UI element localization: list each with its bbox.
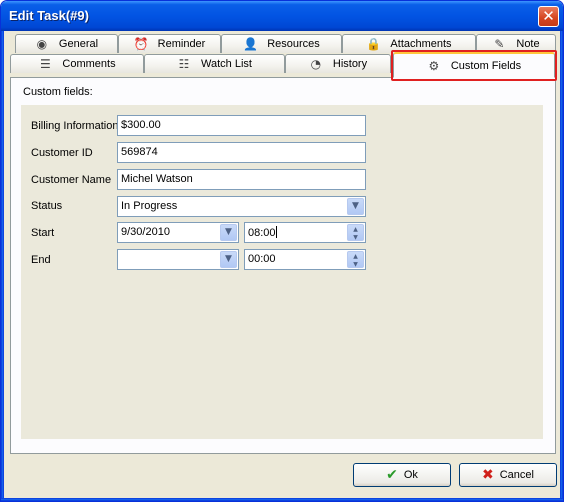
cancel-button[interactable]: ✖ Cancel: [459, 463, 557, 487]
status-label: Status: [31, 200, 63, 212]
start-time-spinner[interactable]: ▲ ▼: [347, 224, 364, 241]
title-bar[interactable]: Edit Task(#9) ✕: [1, 1, 563, 31]
tab-general[interactable]: ◉ General: [15, 34, 118, 53]
customer-name-label: Customer Name: [31, 174, 112, 186]
start-date-value: 9/30/2010: [121, 226, 170, 238]
window-frame-bottom: [1, 498, 563, 501]
window-title: Edit Task(#9): [9, 8, 89, 23]
custom-fields-heading: Custom fields:: [23, 86, 93, 98]
customer-id-field[interactable]: 569874: [117, 142, 366, 163]
spin-down-icon[interactable]: ▼: [348, 233, 363, 241]
checkmark-icon: ✔: [386, 467, 398, 483]
tab-comments[interactable]: ☰ Comments: [10, 54, 144, 73]
history-clock-icon: ◔: [310, 57, 322, 71]
lock-icon: 🔒: [366, 37, 382, 51]
status-dropdown-button[interactable]: ▼: [347, 198, 364, 215]
text-caret: [275, 226, 277, 238]
person-icon: 👤: [243, 37, 259, 51]
chevron-down-icon: ▼: [225, 254, 232, 264]
cancel-button-label: Cancel: [499, 469, 534, 481]
tab-label: Resources: [267, 38, 320, 50]
spin-down-icon[interactable]: ▼: [348, 260, 363, 268]
close-button[interactable]: ✕: [538, 6, 559, 27]
window-frame-left: [1, 31, 4, 501]
close-icon: ✕: [542, 7, 555, 25]
alarm-clock-icon: ⏰: [133, 37, 149, 51]
customer-name-field[interactable]: Michel Watson: [117, 169, 366, 190]
start-label: Start: [31, 227, 55, 239]
window-frame-right: [560, 31, 563, 501]
status-value: In Progress: [121, 200, 178, 212]
edit-task-dialog: Edit Task(#9) ✕ ◉ General ⏰ Reminder 👤 R…: [0, 0, 564, 502]
tab-reminder[interactable]: ⏰ Reminder: [118, 34, 221, 53]
watch-list-icon: ☷: [178, 57, 190, 71]
end-time-value: 00:00: [248, 253, 276, 265]
ok-button[interactable]: ✔ Ok: [353, 463, 451, 487]
globe-icon: ◉: [36, 37, 48, 51]
customer-id-label: Customer ID: [31, 147, 93, 159]
chevron-down-icon: ▼: [225, 227, 232, 237]
end-date-dropdown-button[interactable]: ▼: [220, 251, 237, 268]
cancel-x-icon: ✖: [482, 467, 494, 483]
end-time-spinner[interactable]: ▲ ▼: [347, 251, 364, 268]
tab-history[interactable]: ◔ History: [285, 54, 391, 73]
tab-attachments[interactable]: 🔒 Attachments: [342, 34, 476, 53]
tab-label: Watch List: [201, 58, 252, 70]
start-time-value: 08:00: [248, 227, 276, 239]
billing-information-label: Billing Information: [31, 120, 119, 132]
tab-resources[interactable]: 👤 Resources: [221, 34, 342, 53]
tab-label: General: [58, 38, 99, 50]
spin-up-icon[interactable]: ▲: [348, 225, 363, 233]
tab-note[interactable]: ✎ Note: [476, 34, 556, 53]
ok-button-label: Ok: [403, 469, 418, 481]
tab-label: Custom Fields: [450, 59, 522, 72]
tab-label: Note: [516, 38, 540, 50]
tab-label: History: [332, 58, 368, 70]
tab-label: Attachments: [390, 38, 452, 50]
spin-up-icon[interactable]: ▲: [348, 252, 363, 260]
gear-icon: ⚙: [428, 58, 440, 73]
comments-icon: ☰: [40, 57, 51, 71]
status-select[interactable]: In Progress: [117, 196, 366, 217]
note-pen-icon: ✎: [494, 37, 505, 51]
tab-label: Comments: [62, 58, 116, 70]
start-date-dropdown-button[interactable]: ▼: [220, 224, 237, 241]
tab-label: Reminder: [157, 38, 206, 50]
end-label: End: [31, 254, 51, 266]
tab-custom-fields[interactable]: ⚙ Custom Fields: [393, 52, 555, 78]
billing-information-field[interactable]: $300.00: [117, 115, 366, 136]
tab-watch-list[interactable]: ☷ Watch List: [144, 54, 285, 73]
chevron-down-icon: ▼: [352, 201, 359, 211]
